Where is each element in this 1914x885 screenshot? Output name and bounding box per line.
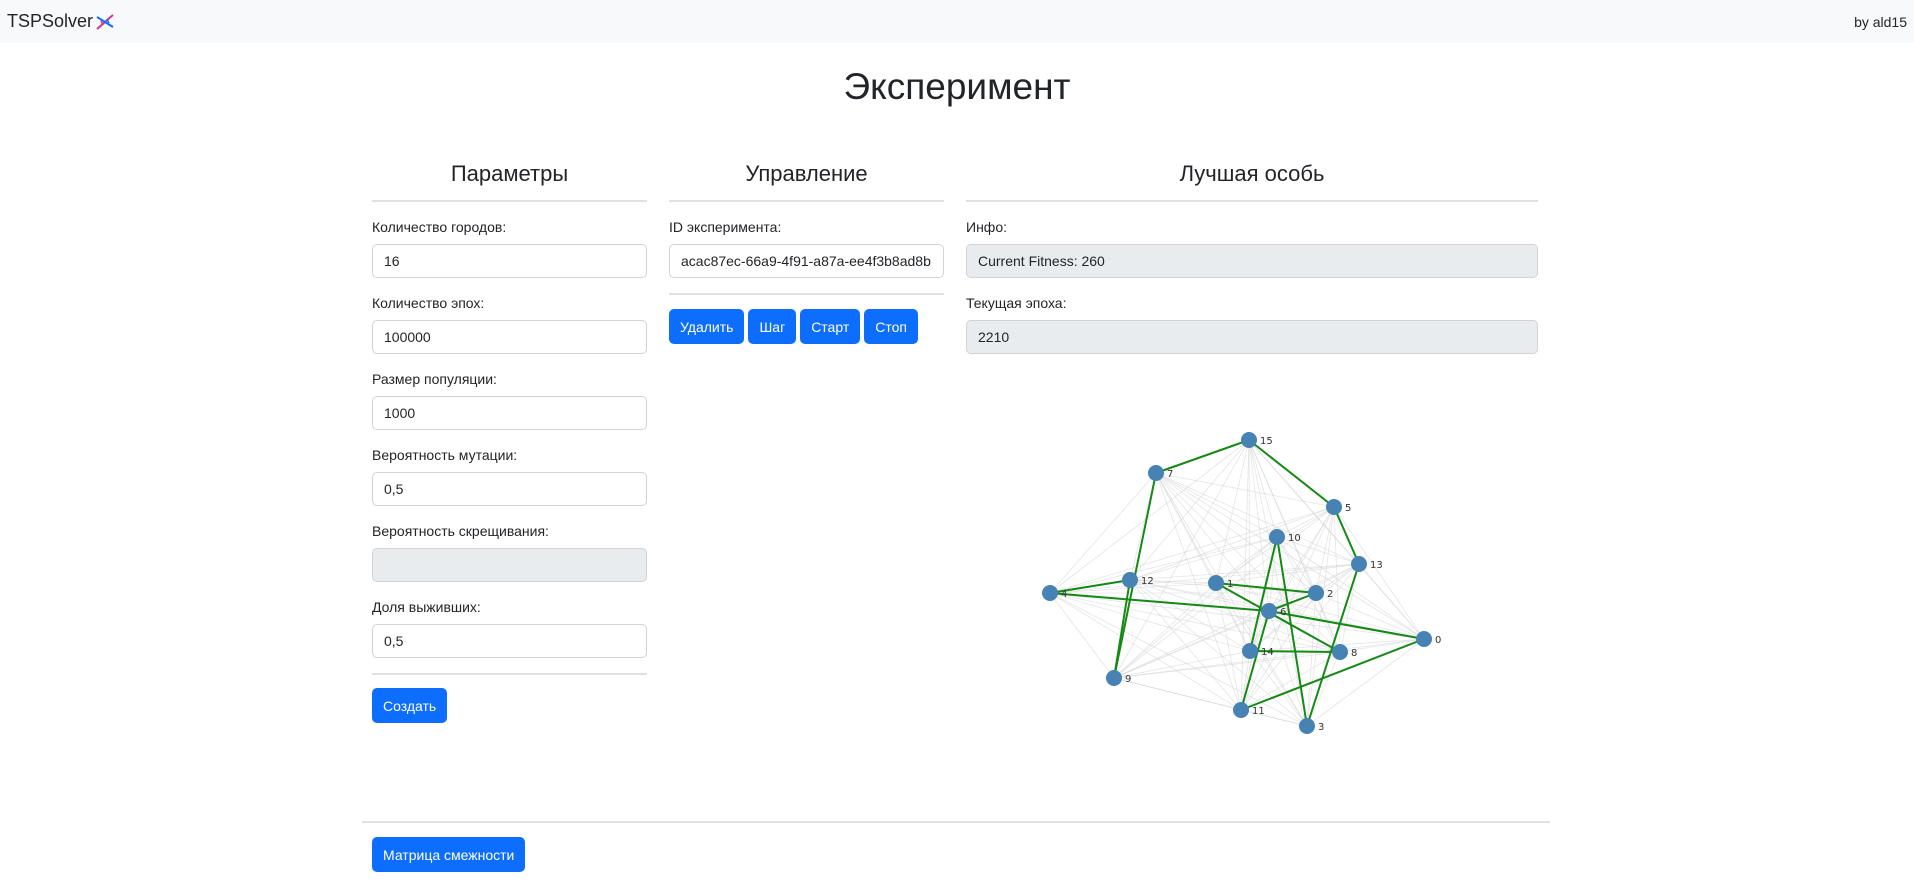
city-label: 8 bbox=[1351, 648, 1357, 659]
city-node[interactable] bbox=[1106, 670, 1122, 686]
city-node[interactable] bbox=[1122, 572, 1138, 588]
divider bbox=[372, 673, 647, 675]
epochs-input[interactable] bbox=[372, 320, 647, 354]
graph-edge bbox=[1248, 439, 1278, 538]
start-button[interactable]: Старт bbox=[800, 309, 861, 344]
delete-button[interactable]: Удалить bbox=[669, 309, 745, 344]
population-label: Размер популяции: bbox=[372, 371, 497, 387]
city-node[interactable] bbox=[1261, 603, 1277, 619]
author-text: by ald15 bbox=[1854, 13, 1907, 30]
info-label: Инфо: bbox=[966, 219, 1007, 235]
graph-edge bbox=[1155, 472, 1270, 612]
city-node[interactable] bbox=[1326, 499, 1342, 515]
city-label: 6 bbox=[1280, 607, 1286, 618]
city-label: 15 bbox=[1260, 436, 1273, 447]
divider bbox=[362, 821, 1550, 823]
graph-edge bbox=[1155, 472, 1278, 538]
graph-edge bbox=[1113, 677, 1242, 711]
graph-edge bbox=[1155, 472, 1242, 711]
city-label: 7 bbox=[1167, 469, 1173, 480]
city-node[interactable] bbox=[1242, 643, 1258, 659]
divider bbox=[669, 293, 944, 295]
experiment-id-input[interactable] bbox=[669, 244, 944, 278]
crossover-input[interactable] bbox=[372, 548, 647, 582]
params-heading: Параметры bbox=[450, 161, 569, 186]
graph-edge bbox=[1155, 472, 1308, 727]
city-node[interactable] bbox=[1241, 432, 1257, 448]
dna-icon bbox=[96, 13, 114, 30]
route-graph[interactable]: 0123456789101112131415 bbox=[966, 420, 1538, 740]
route-edge bbox=[1333, 506, 1360, 565]
epoch-label: Текущая эпоха: bbox=[966, 295, 1067, 311]
city-node[interactable] bbox=[1299, 718, 1315, 734]
city-label: 0 bbox=[1435, 635, 1441, 646]
control-heading: Управление bbox=[745, 161, 868, 186]
city-label: 5 bbox=[1345, 503, 1351, 514]
step-button[interactable]: Шаг bbox=[748, 309, 797, 344]
city-node[interactable] bbox=[1148, 465, 1164, 481]
survivors-label: Доля выживших: bbox=[372, 599, 481, 615]
city-node[interactable] bbox=[1416, 631, 1432, 647]
params-panel: Параметры Количество городов: Количество… bbox=[372, 158, 647, 723]
best-panel: Лучшая особь Инфо: Текущая эпоха: bbox=[966, 158, 1538, 354]
city-node[interactable] bbox=[1332, 644, 1348, 660]
experiment-id-label: ID эксперимента: bbox=[669, 219, 782, 235]
cities-label: Количество городов: bbox=[372, 219, 507, 235]
graph-edge bbox=[1049, 536, 1278, 594]
divider bbox=[372, 200, 647, 202]
route-edge bbox=[1049, 592, 1270, 612]
divider bbox=[669, 200, 944, 202]
city-node[interactable] bbox=[1269, 529, 1285, 545]
graph-edge bbox=[1049, 592, 1115, 679]
city-label: 1 bbox=[1227, 579, 1233, 590]
adjacency-matrix-button[interactable]: Матрица смежности bbox=[372, 837, 526, 872]
crossover-label: Вероятность скрещивания: bbox=[372, 523, 549, 539]
graph-edge bbox=[1049, 472, 1157, 594]
city-label: 13 bbox=[1370, 560, 1383, 571]
graph-edge bbox=[1049, 592, 1242, 711]
page-title: Эксперимент bbox=[843, 66, 1071, 107]
create-button[interactable]: Создать bbox=[372, 688, 448, 723]
city-node[interactable] bbox=[1233, 702, 1249, 718]
divider bbox=[966, 200, 1538, 202]
city-label: 2 bbox=[1327, 589, 1333, 600]
mutation-input[interactable] bbox=[372, 472, 647, 506]
control-panel: Управление ID эксперимента: Удалить Шаг … bbox=[669, 158, 944, 344]
city-label: 11 bbox=[1252, 706, 1265, 717]
graph-edge bbox=[1306, 592, 1317, 727]
city-node[interactable] bbox=[1042, 585, 1058, 601]
control-buttons: Удалить Шаг Старт Стоп bbox=[669, 309, 944, 344]
city-label: 14 bbox=[1261, 647, 1274, 658]
info-field bbox=[966, 244, 1538, 278]
city-node[interactable] bbox=[1208, 575, 1224, 591]
brand-label: TSPSolver bbox=[7, 11, 94, 31]
city-node[interactable] bbox=[1351, 556, 1367, 572]
population-input[interactable] bbox=[372, 396, 647, 430]
epochs-label: Количество эпох: bbox=[372, 295, 485, 311]
mutation-label: Вероятность мутации: bbox=[372, 447, 518, 463]
graph-edge bbox=[1268, 506, 1335, 612]
city-label: 10 bbox=[1288, 533, 1301, 544]
city-label: 4 bbox=[1061, 589, 1067, 600]
city-node[interactable] bbox=[1308, 585, 1324, 601]
route-edge bbox=[1248, 439, 1335, 508]
navbar: TSPSolver by ald15 bbox=[0, 0, 1914, 43]
cities-input[interactable] bbox=[372, 244, 647, 278]
graph-edge bbox=[1248, 439, 1341, 653]
graph-edge bbox=[1113, 439, 1250, 679]
city-label: 12 bbox=[1141, 576, 1154, 587]
epoch-field bbox=[966, 320, 1538, 354]
stop-button[interactable]: Стоп bbox=[864, 309, 918, 344]
brand[interactable]: TSPSolver bbox=[7, 11, 115, 32]
survivors-input[interactable] bbox=[372, 624, 647, 658]
graph-edge bbox=[1248, 439, 1308, 727]
city-label: 3 bbox=[1318, 722, 1324, 733]
city-label: 9 bbox=[1125, 674, 1131, 685]
best-heading: Лучшая особь bbox=[1179, 161, 1325, 186]
